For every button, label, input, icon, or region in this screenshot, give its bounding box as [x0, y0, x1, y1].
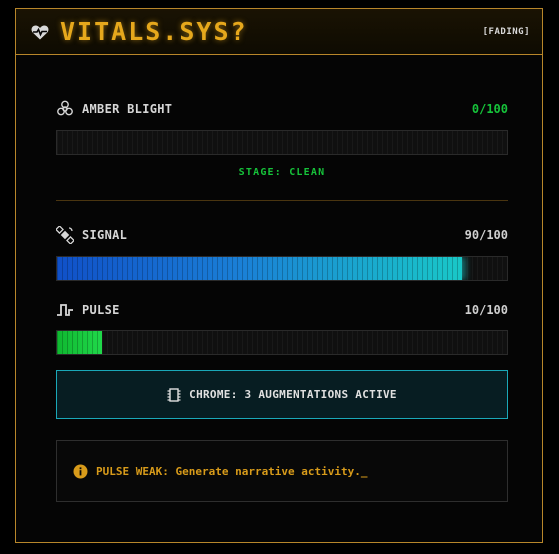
signal-header: SIGNAL 90/100: [56, 225, 508, 245]
biohazard-icon: [56, 100, 74, 118]
pulse-bar: [56, 330, 508, 355]
chrome-augmentations-banner: CHROME: 3 AUGMENTATIONS ACTIVE: [56, 370, 508, 419]
chrome-text: CHROME: 3 AUGMENTATIONS ACTIVE: [189, 388, 397, 401]
section-divider: [56, 200, 508, 201]
pulse-label: PULSE: [82, 303, 120, 317]
panel-header: VITALS.SYS? [FADING]: [16, 9, 542, 55]
signal-bar: [56, 256, 508, 281]
amber-blight-header: AMBER BLIGHT 0/100: [56, 99, 508, 119]
amber-blight-value: 0/100: [471, 102, 508, 116]
info-icon: [73, 464, 88, 478]
status-badge: [FADING]: [482, 26, 530, 37]
pulse-header: PULSE 10/100: [56, 300, 508, 320]
stage-status: STAGE: CLEAN: [238, 167, 326, 178]
amber-blight-label: AMBER BLIGHT: [82, 102, 173, 116]
warning-text: PULSE WEAK: Generate narrative activity.: [96, 464, 361, 478]
page-title: VITALS.SYS?: [60, 17, 248, 46]
blinking-cursor: _: [360, 464, 368, 478]
vitals-panel: VITALS.SYS? [FADING] AMBER BLIGHT 0/100 …: [15, 8, 543, 543]
pulse-wave-icon: [56, 301, 74, 319]
signal-label: SIGNAL: [82, 228, 128, 242]
signal-fill: [57, 257, 462, 280]
heart-pulse-icon: [31, 25, 49, 39]
pulse-warning-box: PULSE WEAK: Generate narrative activity.…: [56, 440, 508, 502]
satellite-icon: [56, 226, 74, 244]
chip-icon: [167, 387, 181, 402]
amber-blight-bar: [56, 130, 508, 155]
signal-value: 90/100: [464, 228, 508, 242]
pulse-value: 10/100: [464, 303, 508, 317]
pulse-fill: [57, 331, 102, 354]
